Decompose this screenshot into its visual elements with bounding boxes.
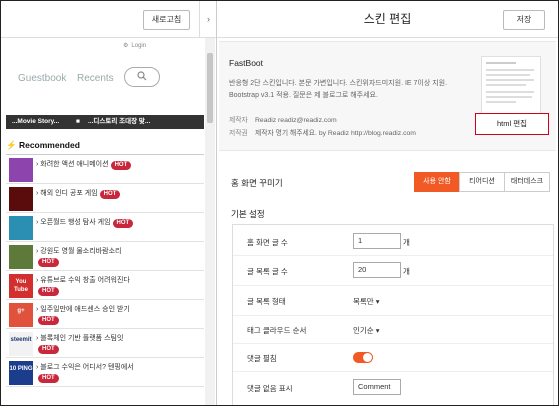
login-label: Login xyxy=(131,43,147,49)
no-comment-label: 댓글 없음 표시 xyxy=(247,384,293,393)
list-item-title[interactable]: › 블록체인 기반 플랫폼 스팀잇 HOT xyxy=(36,334,201,354)
html-edit-button[interactable]: html 편집 xyxy=(475,113,549,135)
divider xyxy=(233,343,553,344)
skin-description: 반응형 2단 스킨입니다. 본문 가변입니다. 스킨위자드미지원. IE 7이상… xyxy=(229,80,448,99)
tag-order-label: 태그 클라우드 순서 xyxy=(247,326,307,335)
settings-pane: 스킨 편집 저장 FastBoot 반응형 2단 스킨입니다. 본문 가변입니다… xyxy=(217,1,558,405)
list-item[interactable]: › 해외 인디 공포 게임 HOT xyxy=(6,186,204,213)
landscape-thumbnail-icon xyxy=(9,245,33,269)
tenping-thumbnail-icon: 10 PING xyxy=(9,361,33,385)
home-post-count-label: 홈 화면 글 수 xyxy=(247,238,288,247)
skin-name: FastBoot xyxy=(229,58,264,68)
list-item-title[interactable]: › 강원도 영월 물소리바람소리 HOT xyxy=(36,247,201,267)
hot-badge: HOT xyxy=(38,374,59,383)
blog-preview-pane: 새로고침 › ⚙ Login Guestbook Recents ...Movie… xyxy=(1,1,216,405)
settings-header: 스킨 편집 저장 xyxy=(217,1,558,38)
maker-value: Readiz readiz@readiz.com xyxy=(255,117,337,124)
list-type-select[interactable]: 목록만 ▾ xyxy=(353,296,380,307)
list-item[interactable]: g+ › 일주일만에 애드센스 승인 받기 HOT xyxy=(6,302,204,329)
nav-recents[interactable]: Recents xyxy=(77,73,114,84)
skin-preview-thumbnail xyxy=(481,56,541,116)
list-item-title[interactable]: › 해외 인디 공포 게임 HOT xyxy=(36,189,201,199)
recommended-heading: ⚡ Recommended xyxy=(6,140,80,151)
search-icon xyxy=(137,71,147,81)
maker-label: 제작자 xyxy=(229,117,248,124)
copyright-value: 제작자 명기 해주세요. by Readiz http://blog.readi… xyxy=(255,130,416,137)
list-post-count-label: 글 목록 글 수 xyxy=(247,267,288,276)
folder-icon: ■ xyxy=(76,118,80,125)
copyright-label: 저작권 xyxy=(229,130,248,137)
list-item[interactable]: You Tube › 유튜브로 수익 창출 어려워진다 HOT xyxy=(6,273,204,300)
login-link[interactable]: ⚙ Login xyxy=(123,42,146,49)
divider xyxy=(233,255,553,256)
skin-copyright: 저작권 제작자 명기 해주세요. by Readiz http://blog.re… xyxy=(229,127,416,137)
hot-badge: HOT xyxy=(38,316,59,325)
comment-expand-switch[interactable] xyxy=(353,352,373,363)
collapse-panel-button[interactable]: › xyxy=(199,1,216,38)
save-button[interactable]: 저장 xyxy=(503,10,545,30)
toggle-tradition[interactable]: 티어디션 xyxy=(459,172,505,192)
hot-badge: HOT xyxy=(38,258,59,267)
horror-thumbnail-icon xyxy=(9,187,33,211)
planet-thumbnail-icon xyxy=(9,216,33,240)
recent-post-link-2[interactable]: ...디스토리 조대장 맞... xyxy=(88,115,150,129)
skin-editor-window: 새로고침 › ⚙ Login Guestbook Recents ...Movie… xyxy=(0,0,559,406)
home-section-title: 홈 화면 꾸미기 xyxy=(231,178,283,188)
toggle-disabled[interactable]: 사용 안함 xyxy=(414,172,460,192)
list-item[interactable]: › 강원도 영월 물소리바람소리 HOT xyxy=(6,244,204,271)
divider xyxy=(233,315,553,316)
refresh-button[interactable]: 새로고침 xyxy=(143,10,190,30)
divider xyxy=(233,285,553,286)
recent-post-link-1[interactable]: ...Movie Story... xyxy=(12,115,59,129)
list-item[interactable]: steemit › 블록체인 기반 플랫폼 스팀잇 HOT xyxy=(6,331,204,358)
no-comment-select[interactable]: Comment xyxy=(353,379,401,395)
nav-guestbook[interactable]: Guestbook xyxy=(18,73,66,84)
list-item[interactable]: › 화려한 액션 애니메이션 HOT xyxy=(6,157,204,184)
basic-settings-title: 기본 설정 xyxy=(231,209,265,219)
settings-icon: ⚙ xyxy=(123,43,129,49)
comment-expand-label: 댓글 펼침 xyxy=(247,354,277,363)
hot-badge: HOT xyxy=(99,190,121,199)
tag-order-select[interactable]: 인기순 ▾ xyxy=(353,325,380,336)
toggle-tatterdesk[interactable]: 태터데스크 xyxy=(504,172,550,192)
list-item-title[interactable]: › 일주일만에 애드센스 승인 받기 HOT xyxy=(36,305,201,325)
hot-badge: HOT xyxy=(38,287,59,296)
home-post-count-unit: 개 xyxy=(403,238,410,247)
list-item-title[interactable]: › 유튜브로 수익 창출 어려워진다 HOT xyxy=(36,276,201,296)
list-type-label: 글 목록 형태 xyxy=(247,297,286,306)
youtube-thumbnail-icon: You Tube xyxy=(9,274,33,298)
home-post-count-input[interactable]: 1 xyxy=(353,233,401,249)
list-item[interactable]: 10 PING › 블로그 수익은 어디서? 텐핑에서 HOT xyxy=(6,360,204,387)
bolt-icon: ⚡ xyxy=(6,140,17,150)
search-button[interactable] xyxy=(124,67,160,87)
list-item-title[interactable]: › 오픈월드 행성 탐사 게임 HOT xyxy=(36,218,201,228)
list-post-count-input[interactable]: 20 xyxy=(353,262,401,278)
recommended-title: Recommended xyxy=(18,140,80,150)
preview-toolbar: 새로고침 xyxy=(1,1,199,38)
skin-maker: 제작자 Readiz readiz@readiz.com xyxy=(229,114,337,124)
divider xyxy=(6,154,204,155)
google-plus-thumbnail-icon: g+ xyxy=(9,303,33,327)
list-item-title[interactable]: › 화려한 액션 애니메이션 HOT xyxy=(36,160,201,170)
hot-badge: HOT xyxy=(112,219,134,228)
preview-scroll-thumb[interactable] xyxy=(207,53,213,123)
list-item[interactable]: › 오픈월드 행성 탐사 게임 HOT xyxy=(6,215,204,242)
game-thumbnail-icon xyxy=(9,158,33,182)
hot-badge: HOT xyxy=(110,161,132,170)
recent-posts-bar[interactable]: ...Movie Story... ■ ...디스토리 조대장 맞... xyxy=(6,115,204,129)
list-item-title[interactable]: › 블로그 수익은 어디서? 텐핑에서 HOT xyxy=(36,363,201,383)
divider xyxy=(233,371,553,372)
basic-settings-box: 홈 화면 글 수 1 개 글 목록 글 수 20 개 글 목록 형태 목록만 ▾… xyxy=(232,224,554,405)
list-post-count-unit: 개 xyxy=(403,267,410,276)
steemit-thumbnail-icon: steemit xyxy=(9,332,33,356)
hot-badge: HOT xyxy=(38,345,59,354)
